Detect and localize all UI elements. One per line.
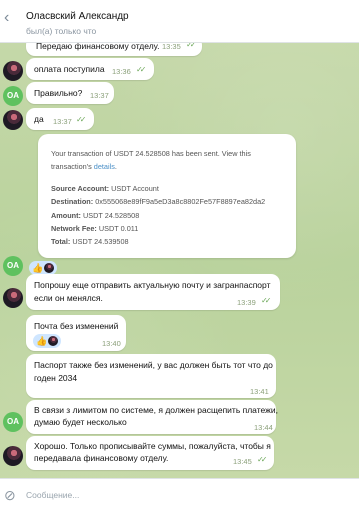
message-time: 13:45 [233,457,252,466]
avatar[interactable] [3,446,23,466]
message-text-line-1: Хорошо. Только прописывайте суммы, пожал… [34,441,271,451]
card-line-2: transaction's details. [51,162,117,171]
message-text: оплата поступила [34,64,105,74]
transaction-card[interactable]: Your transaction of USDT 24.528508 has b… [38,134,296,258]
amount-value: USDT 24.528508 [83,211,140,220]
network-fee-label: Network Fee: [51,224,97,233]
card-line-2-suffix: . [114,162,117,171]
message-time: 13:44 [254,423,273,432]
amount-label: Amount: [51,211,81,220]
avatar[interactable] [3,288,23,308]
message-text-line-2: думаю будет несколько [34,417,127,427]
double-check-icon: ✓✓ [257,455,268,464]
message-input[interactable]: Сообщение... [26,490,79,500]
total-label: Total: [51,237,71,246]
message-time: 13:39 [237,298,256,307]
reaction-chip[interactable]: 👍 [29,261,58,275]
back-arrow-icon[interactable]: ‹ [4,10,14,26]
message-bubble[interactable]: Паспорт также без изменений, у вас долже… [26,354,276,398]
total-value: USDT 24.539508 [72,237,129,246]
avatar[interactable] [3,110,23,130]
message-text: Почта без изменений [34,321,119,331]
amount-row: Amount: USDT 24.528508 [51,211,139,220]
message-time: 13:35 [162,42,181,51]
thumbs-up-icon: 👍 [36,336,48,346]
reaction-chip[interactable]: 👍 [33,334,62,348]
message-text-line-2: годен 2034 [34,373,78,383]
double-check-icon: ✓✓ [186,42,197,49]
paperclip-icon[interactable]: ⊘ [4,487,16,504]
network-fee-value: USDT 0.011 [98,224,139,233]
card-line-2-prefix: transaction's [51,162,94,171]
double-check-icon: ✓✓ [76,115,87,124]
contact-status: был(а) только что [26,26,97,36]
message-bubble[interactable]: Хорошо. Только прописывайте суммы, пожал… [26,436,274,470]
message-text: Правильно? [34,88,83,98]
avatar-initials[interactable]: OA [3,256,23,276]
message-time: 13:40 [102,339,121,348]
details-link[interactable]: details [94,162,115,171]
total-row: Total: USDT 24.539508 [51,237,129,246]
double-check-icon: ✓✓ [136,65,147,74]
double-check-icon: ✓✓ [261,296,272,305]
message-text-line-1: Паспорт также без изменений, у вас долже… [34,360,273,370]
message-time: 13:37 [53,117,72,126]
message-text: Передаю финансовому отделу. [36,42,160,51]
source-account-label: Source Account: [51,184,110,193]
thumbs-up-icon: 👍 [32,263,44,273]
avatar-initials[interactable]: OA [3,86,23,106]
message-composer: ⊘ Сообщение... [0,478,359,513]
message-text-line-2: если он менялся. [34,293,103,303]
message-bubble[interactable]: Попрошу еще отправить актуальную почту и… [26,274,280,310]
card-line-1: Your transaction of USDT 24.528508 has b… [51,149,251,158]
reactor-avatar [48,336,59,346]
message-text-line-1: Попрошу еще отправить актуальную почту и… [34,280,271,290]
destination-row: Destination: 0x555068e89fF9a5eD3a8c8802F… [51,197,265,206]
contact-name[interactable]: Оласвский Александр [26,11,129,22]
message-text: да [34,114,44,124]
message-time: 13:37 [90,91,109,100]
message-time: 13:41 [250,387,269,396]
destination-value: 0x555068e89fF9a5eD3a8c8802Fe57F8897ea82d… [95,197,266,206]
message-bubble[interactable]: да 13:37 ✓✓ [26,108,94,130]
source-account-row: Source Account: USDT Account [51,184,159,193]
message-bubble[interactable]: Правильно? 13:37 [26,82,114,104]
message-bubble[interactable]: В связи з лимитом по системе, я должен р… [26,400,278,434]
reactor-avatar [44,263,55,273]
message-bubble[interactable]: Почта без изменений 👍 13:40 [26,315,126,351]
destination-label: Destination: [51,197,94,206]
chat-header: ‹ Оласвский Александр был(а) только что [0,0,359,43]
source-account-value: USDT Account [111,184,159,193]
message-bubble[interactable]: оплата поступила 13:36 ✓✓ [26,58,154,80]
network-fee-row: Network Fee: USDT 0.011 [51,224,138,233]
avatar[interactable] [3,61,23,81]
message-time: 13:36 [112,67,131,76]
message-text-line-2: передавала финансовому отделу. [34,453,169,463]
message-text-line-1: В связи з лимитом по системе, я должен р… [34,405,278,415]
message-list[interactable]: Передаю финансовому отделу. 13:35 ✓✓ опл… [0,42,359,478]
avatar-initials[interactable]: OA [3,412,23,432]
message-bubble[interactable]: Передаю финансовому отделу. 13:35 ✓✓ [26,42,202,56]
